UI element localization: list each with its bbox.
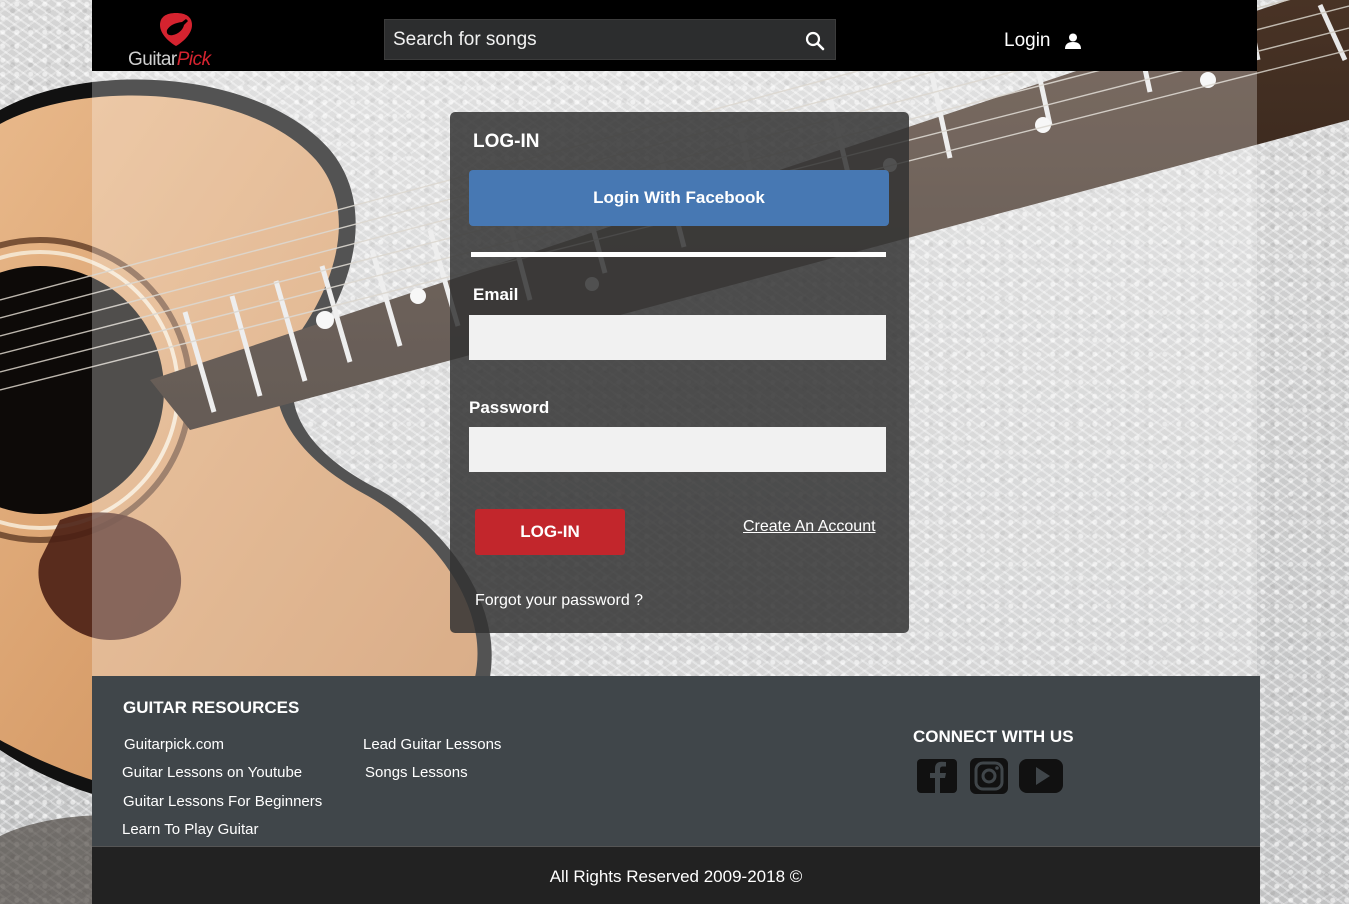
header-login-label: Login	[1004, 30, 1051, 51]
login-form: LOG-IN Login With Facebook Email Passwor…	[450, 112, 909, 633]
guitarpick-logo[interactable]: GuitarPick	[128, 10, 228, 70]
login-submit-button[interactable]: LOG-IN	[475, 509, 625, 555]
forgot-password-link[interactable]: Forgot your password ?	[475, 592, 643, 610]
password-field[interactable]	[469, 427, 886, 472]
footer-link-learn-to-play[interactable]: Learn To Play Guitar	[122, 821, 258, 838]
password-label: Password	[469, 398, 550, 417]
email-field[interactable]	[469, 315, 886, 360]
email-label: Email	[473, 285, 519, 304]
facebook-icon[interactable]	[916, 758, 958, 794]
copyright-bar: All Rights Reserved 2009-2018 ©	[92, 846, 1260, 904]
create-account-link[interactable]: Create An Account	[743, 518, 876, 536]
login-form-title: LOG-IN	[473, 131, 540, 152]
search-bar	[384, 19, 836, 60]
footer-link-guitarpick[interactable]: Guitarpick.com	[124, 736, 224, 753]
youtube-icon[interactable]	[1018, 758, 1064, 794]
guitar-resources-heading: GUITAR RESOURCES	[123, 698, 300, 717]
user-icon	[1064, 33, 1081, 49]
logo-text: GuitarPick	[128, 49, 211, 70]
footer-link-beginners[interactable]: Guitar Lessons For Beginners	[123, 793, 322, 810]
footer-link-songs-lessons[interactable]: Songs Lessons	[365, 764, 468, 781]
site-header: GuitarPick Login	[92, 0, 1257, 71]
facebook-login-button[interactable]: Login With Facebook	[469, 170, 889, 226]
footer-link-lead-guitar[interactable]: Lead Guitar Lessons	[363, 736, 501, 753]
search-input[interactable]	[385, 20, 785, 59]
instagram-icon[interactable]	[968, 758, 1010, 794]
header-login-link[interactable]: Login	[1004, 30, 1081, 52]
guitar-pick-icon	[160, 13, 192, 46]
copyright-text: All Rights Reserved 2009-2018 ©	[549, 867, 803, 886]
connect-with-us-heading: CONNECT WITH US	[913, 727, 1074, 746]
search-icon[interactable]	[805, 31, 825, 51]
footer-link-youtube-lessons[interactable]: Guitar Lessons on Youtube	[122, 764, 302, 781]
form-divider	[471, 252, 886, 257]
site-footer: GUITAR RESOURCES Guitarpick.com Guitar L…	[92, 676, 1260, 846]
